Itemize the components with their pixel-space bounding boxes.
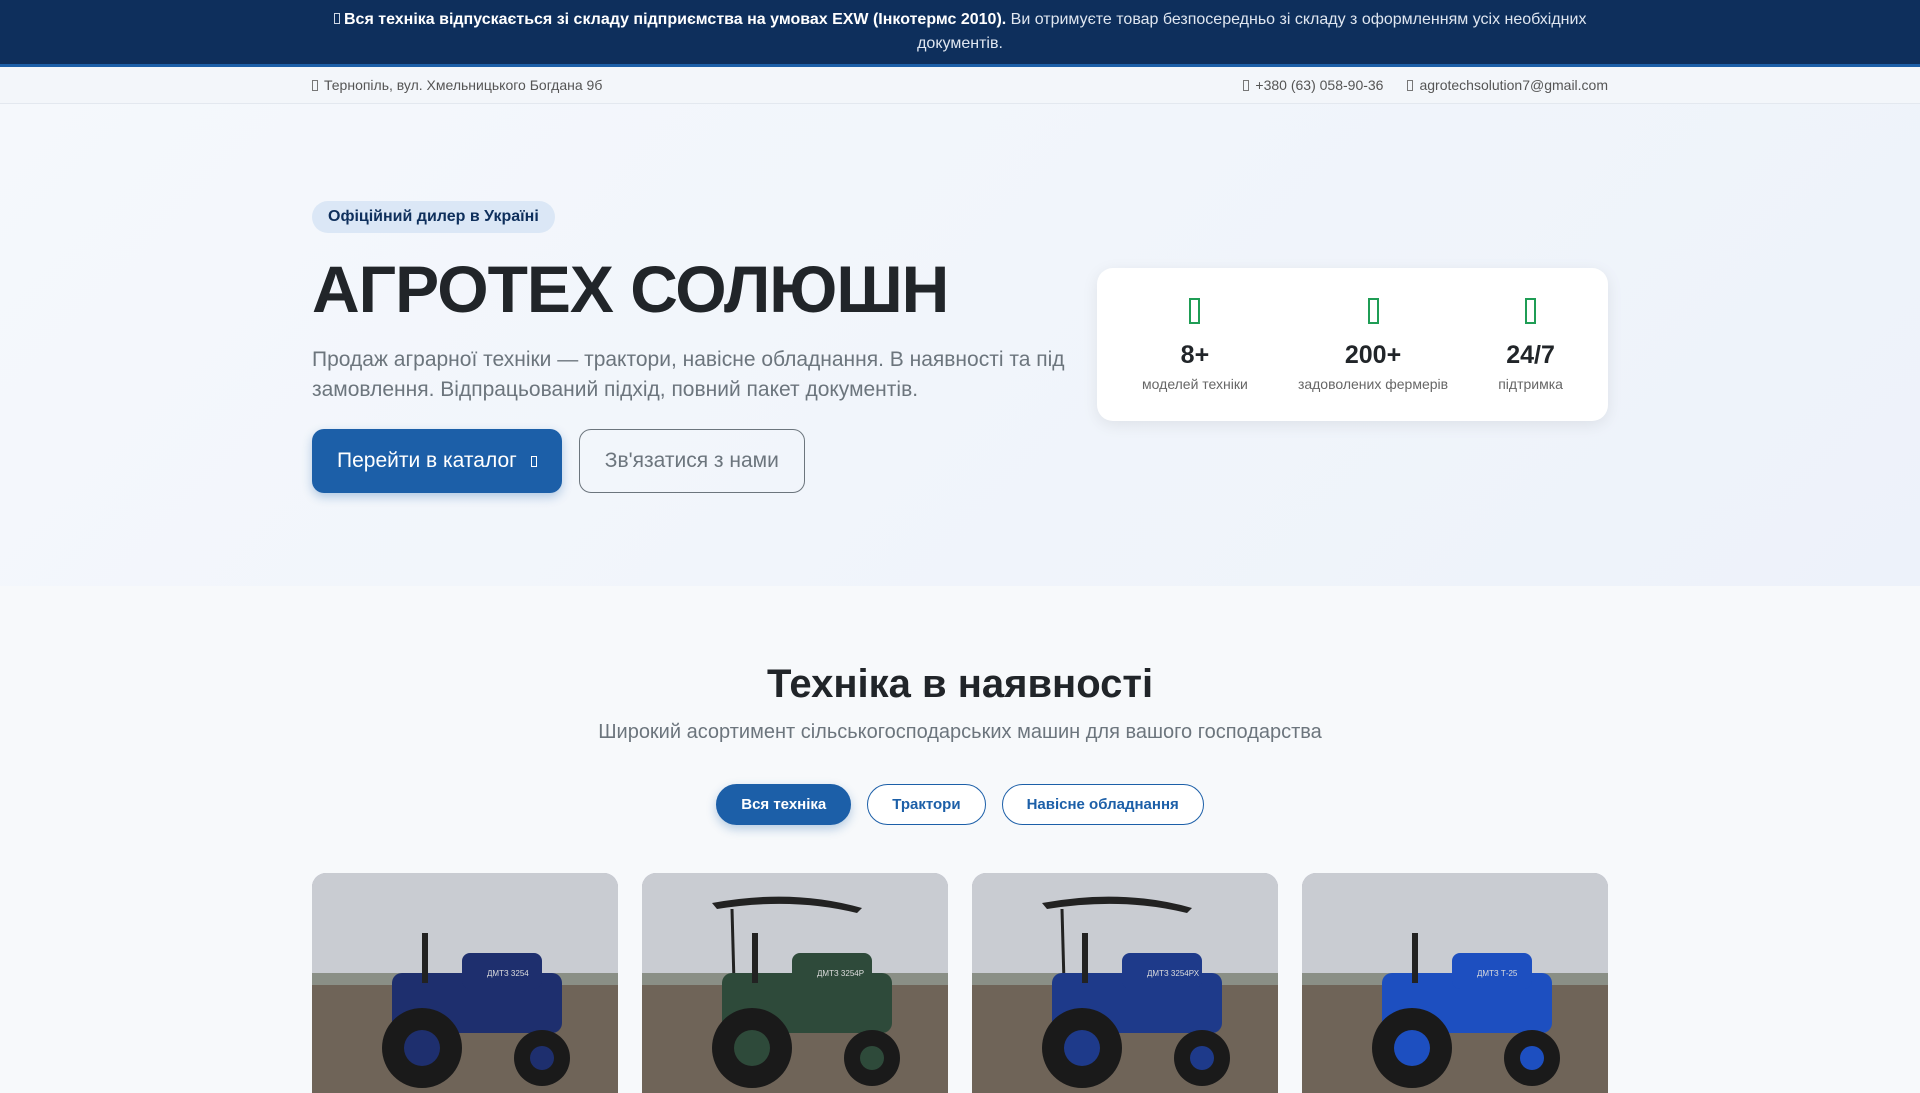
product-card[interactable]: ДМТЗ 3254 [312, 873, 618, 1093]
dealer-badge: Офіційний дилер в Україні [312, 201, 555, 233]
product-grid: ДМТЗ 3254 ДМТЗ 3254Р ДМТЗ 3254РХ ДМТЗ Т-… [0, 873, 1920, 1093]
phone-text[interactable]: +380 (63) 058-90-36 [1255, 77, 1383, 93]
exw-notice-banner: Вся техніка відпускається зі складу підп… [0, 0, 1920, 67]
users-icon [1367, 297, 1379, 324]
contact-button[interactable]: Зв'язатися з нами [578, 429, 805, 493]
phone-icon [1243, 79, 1250, 91]
filter-all[interactable]: Вся техніка [716, 784, 852, 825]
svg-text:ДМТЗ 3254РХ: ДМТЗ 3254РХ [1147, 969, 1200, 978]
product-card[interactable]: ДМТЗ 3254Р [642, 873, 948, 1093]
location-icon [312, 79, 318, 91]
product-image: ДМТЗ Т-25 [1302, 873, 1608, 1093]
filter-tabs: Вся техніка Трактори Навісне обладнання [0, 784, 1920, 825]
filter-tractors[interactable]: Трактори [867, 784, 986, 825]
section-title: Техніка в наявності [766, 662, 1154, 706]
filter-attachments[interactable]: Навісне обладнання [1001, 784, 1204, 825]
stat-models: 8+ моделей техніки [1142, 297, 1248, 392]
product-image: ДМТЗ 3254РХ [972, 873, 1278, 1093]
arrow-right-icon [530, 455, 537, 467]
info-icon [333, 13, 340, 24]
svg-text:ДМТЗ 3254: ДМТЗ 3254 [487, 969, 529, 978]
catalog-section: Техніка в наявності Широкий асортимент с… [0, 586, 1920, 825]
stat-label: підтримка [1498, 375, 1563, 392]
stat-value: 8+ [1180, 340, 1210, 369]
notice-bold: Вся техніка відпускається зі складу підп… [344, 11, 1007, 28]
hero-section: Офіційний дилер в Україні АГРОТЕХ СОЛЮШН… [0, 104, 1920, 586]
product-image: ДМТЗ 3254 [312, 873, 618, 1093]
stat-farmers: 200+ задоволених фермерів [1297, 297, 1449, 392]
catalog-button[interactable]: Перейти в каталог [312, 429, 562, 493]
section-subtitle: Широкий асортимент сільськогосподарських… [598, 721, 1322, 743]
svg-text:ДМТЗ Т-25: ДМТЗ Т-25 [1477, 969, 1518, 978]
address: Тернопіль, вул. Хмельницького Богдана 9б [324, 77, 603, 93]
stat-label: моделей техніки [1142, 375, 1248, 392]
phone-link[interactable]: +380 (63) 058-90-36 [1243, 77, 1383, 93]
catalog-button-label: Перейти в каталог [337, 449, 517, 472]
hero-lead: Продаж аграрної техніки — трактори, наві… [312, 348, 1065, 401]
headset-icon [1525, 297, 1537, 324]
product-card[interactable]: ДМТЗ 3254РХ [972, 873, 1278, 1093]
email-text[interactable]: agrotechsolution7@gmail.com [1419, 77, 1608, 93]
stat-value: 200+ [1344, 340, 1402, 369]
tractor-icon [1189, 297, 1201, 324]
stats-card: 8+ моделей техніки 200+ задоволених фермер… [1097, 268, 1608, 421]
contact-bar: Тернопіль, вул. Хмельницького Богдана 9б… [0, 67, 1920, 104]
product-card[interactable]: ДМТЗ Т-25 [1302, 873, 1608, 1093]
notice-text: Ви отримуєте товар безпосередньо зі скла… [917, 11, 1587, 52]
stat-value: 24/7 [1506, 340, 1555, 369]
stat-support: 24/7 підтримка [1498, 297, 1563, 392]
email-icon [1407, 79, 1414, 91]
product-image: ДМТЗ 3254Р [642, 873, 948, 1093]
stat-label: задоволених фермерів [1297, 375, 1449, 392]
svg-text:ДМТЗ 3254Р: ДМТЗ 3254Р [817, 969, 864, 978]
email-link[interactable]: agrotechsolution7@gmail.com [1407, 77, 1608, 93]
